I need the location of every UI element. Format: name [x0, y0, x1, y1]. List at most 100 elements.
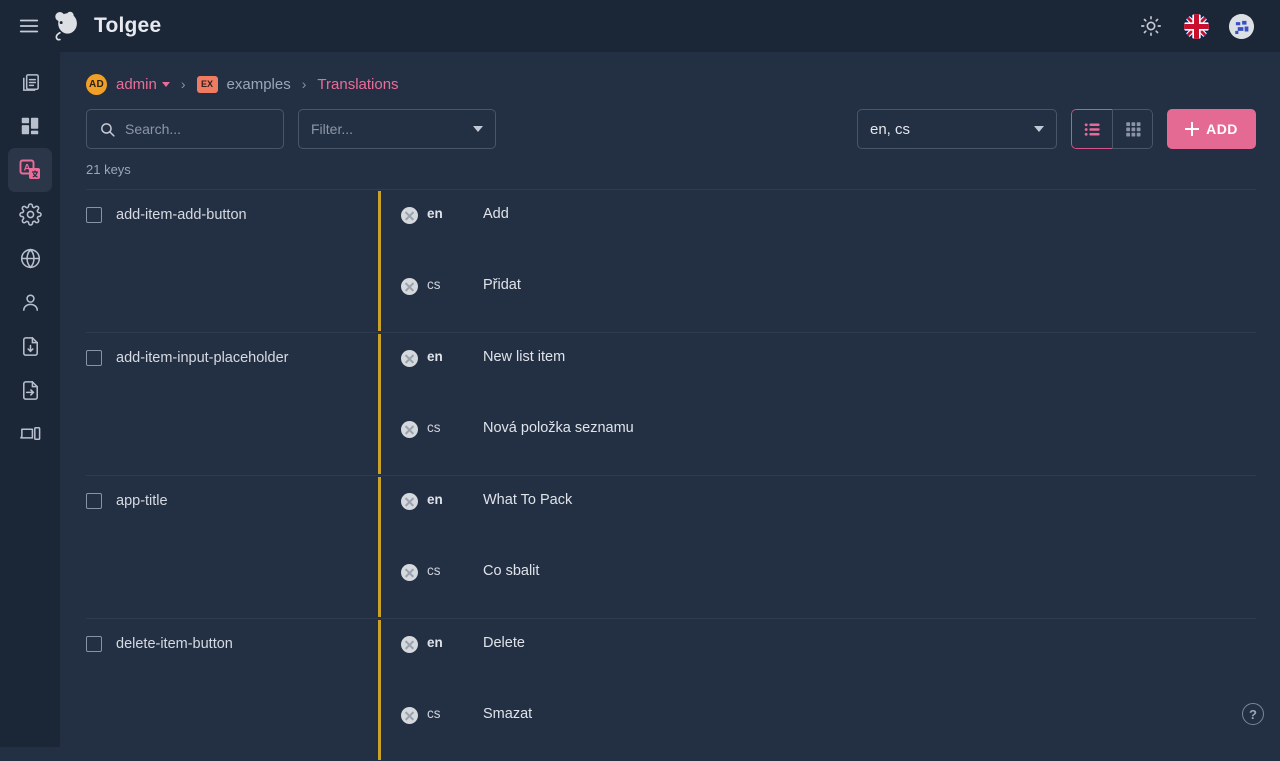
language-tag: en: [427, 349, 483, 364]
translations-table: add-item-add-buttonenAddcsPřidatadd-item…: [60, 189, 1280, 761]
chevron-down-icon: [473, 126, 483, 132]
translate-icon: A: [18, 158, 42, 182]
no-flag-icon: [401, 278, 418, 295]
breadcrumb: AD admin › EX examples › Translations: [60, 52, 1280, 100]
user-avatar-icon[interactable]: [1229, 14, 1254, 39]
language-select[interactable]: en, cs: [857, 109, 1057, 149]
language-select-value: en, cs: [870, 121, 910, 138]
translation-row[interactable]: csNová položka seznamu: [381, 404, 1256, 475]
no-flag-icon: [401, 421, 418, 438]
table-row[interactable]: delete-item-buttonenDeletecsSmazat: [86, 618, 1256, 761]
translation-row[interactable]: enDelete: [381, 619, 1256, 690]
topbar-actions: [1138, 13, 1264, 39]
sidebar-item-settings[interactable]: [8, 192, 52, 236]
project-badge[interactable]: EX: [197, 76, 218, 93]
sidebar-item-import[interactable]: [8, 368, 52, 412]
search-icon: [99, 121, 116, 138]
language-tag: cs: [427, 563, 483, 578]
grid-view-icon: [1124, 120, 1142, 138]
translations-cell: enAddcsPřidat: [381, 190, 1256, 332]
person-icon: [19, 291, 42, 314]
translation-row[interactable]: enNew list item: [381, 333, 1256, 404]
list-view-icon: [1083, 120, 1102, 139]
sidebar-item-integrate[interactable]: [8, 412, 52, 456]
key-cell: add-item-input-placeholder: [86, 333, 378, 475]
translation-row[interactable]: enAdd: [381, 190, 1256, 261]
top-bar: Tolgee: [0, 0, 1280, 52]
translation-row[interactable]: csCo sbalit: [381, 547, 1256, 618]
translation-text[interactable]: Přidat: [483, 275, 521, 295]
search-placeholder: Search...: [125, 121, 181, 137]
translation-text[interactable]: What To Pack: [483, 490, 572, 510]
main-content: AD admin › EX examples › Translations Se…: [60, 52, 1280, 747]
breadcrumb-separator-2: ›: [302, 76, 307, 92]
translation-row[interactable]: enWhat To Pack: [381, 476, 1256, 547]
translations-cell: enWhat To PackcsCo sbalit: [381, 476, 1256, 618]
key-name[interactable]: add-item-input-placeholder: [116, 349, 289, 367]
sidebar-item-export[interactable]: [8, 324, 52, 368]
add-key-button[interactable]: ADD: [1167, 109, 1256, 149]
chevron-down-icon[interactable]: [162, 82, 170, 87]
breadcrumb-current-page: Translations: [317, 76, 398, 93]
no-flag-icon: [401, 350, 418, 367]
filter-select[interactable]: Filter...: [298, 109, 496, 149]
menu-toggle-button[interactable]: [16, 13, 42, 39]
key-cell: add-item-add-button: [86, 190, 378, 332]
translation-text[interactable]: Co sbalit: [483, 561, 539, 581]
list-view-button[interactable]: [1071, 109, 1112, 149]
key-count-label: 21 keys: [60, 154, 1280, 177]
key-cell: app-title: [86, 476, 378, 618]
translation-text[interactable]: Add: [483, 204, 509, 224]
language-tag: en: [427, 206, 483, 221]
no-flag-icon: [401, 707, 418, 724]
language-tag: cs: [427, 420, 483, 435]
translations-cell: enNew list itemcsNová položka seznamu: [381, 333, 1256, 475]
sidebar-item-members[interactable]: [8, 280, 52, 324]
table-row[interactable]: add-item-input-placeholder enNew list ite…: [86, 332, 1256, 475]
sidebar-item-dashboard[interactable]: [8, 104, 52, 148]
row-checkbox[interactable]: [86, 636, 102, 652]
language-tag: en: [427, 492, 483, 507]
sidebar: A: [0, 52, 60, 747]
org-avatar[interactable]: AD: [86, 74, 107, 95]
translation-text[interactable]: Nová položka seznamu: [483, 418, 634, 438]
breadcrumb-org-link[interactable]: admin: [116, 76, 157, 93]
language-tag: en: [427, 635, 483, 650]
table-row[interactable]: add-item-add-buttonenAddcsPřidat: [86, 189, 1256, 332]
row-checkbox[interactable]: [86, 350, 102, 366]
translation-text[interactable]: Delete: [483, 633, 525, 653]
help-button[interactable]: ?: [1242, 703, 1264, 725]
devices-icon: [19, 423, 42, 446]
translations-cell: enDeletecsSmazat: [381, 619, 1256, 761]
no-flag-icon: [401, 493, 418, 510]
grid-view-button[interactable]: [1112, 109, 1153, 149]
no-flag-icon: [401, 564, 418, 581]
language-tag: cs: [427, 277, 483, 292]
plus-icon: [1185, 122, 1199, 136]
translation-row[interactable]: csSmazat: [381, 690, 1256, 761]
no-flag-icon: [401, 207, 418, 224]
breadcrumb-project-link[interactable]: examples: [227, 76, 291, 93]
globe-icon: [19, 247, 42, 270]
key-name[interactable]: add-item-add-button: [116, 206, 247, 224]
add-key-button-label: ADD: [1206, 121, 1238, 137]
gear-icon: [19, 203, 42, 226]
sidebar-item-translations[interactable]: A: [8, 148, 52, 192]
filter-placeholder: Filter...: [311, 121, 353, 137]
search-input[interactable]: Search...: [86, 109, 284, 149]
key-cell: delete-item-button: [86, 619, 378, 761]
dashboard-grid-icon: [19, 115, 41, 137]
uk-flag-icon[interactable]: [1184, 14, 1209, 39]
translation-text[interactable]: Smazat: [483, 704, 532, 724]
row-checkbox[interactable]: [86, 207, 102, 223]
sun-icon[interactable]: [1138, 13, 1164, 39]
row-checkbox[interactable]: [86, 493, 102, 509]
translation-text[interactable]: New list item: [483, 347, 565, 367]
translation-row[interactable]: csPřidat: [381, 261, 1256, 332]
table-row[interactable]: app-titleenWhat To PackcsCo sbalit: [86, 475, 1256, 618]
sidebar-item-languages[interactable]: [8, 236, 52, 280]
sidebar-item-projects[interactable]: [8, 60, 52, 104]
app-logo[interactable]: Tolgee: [48, 9, 161, 43]
key-name[interactable]: app-title: [116, 492, 168, 510]
key-name[interactable]: delete-item-button: [116, 635, 233, 653]
